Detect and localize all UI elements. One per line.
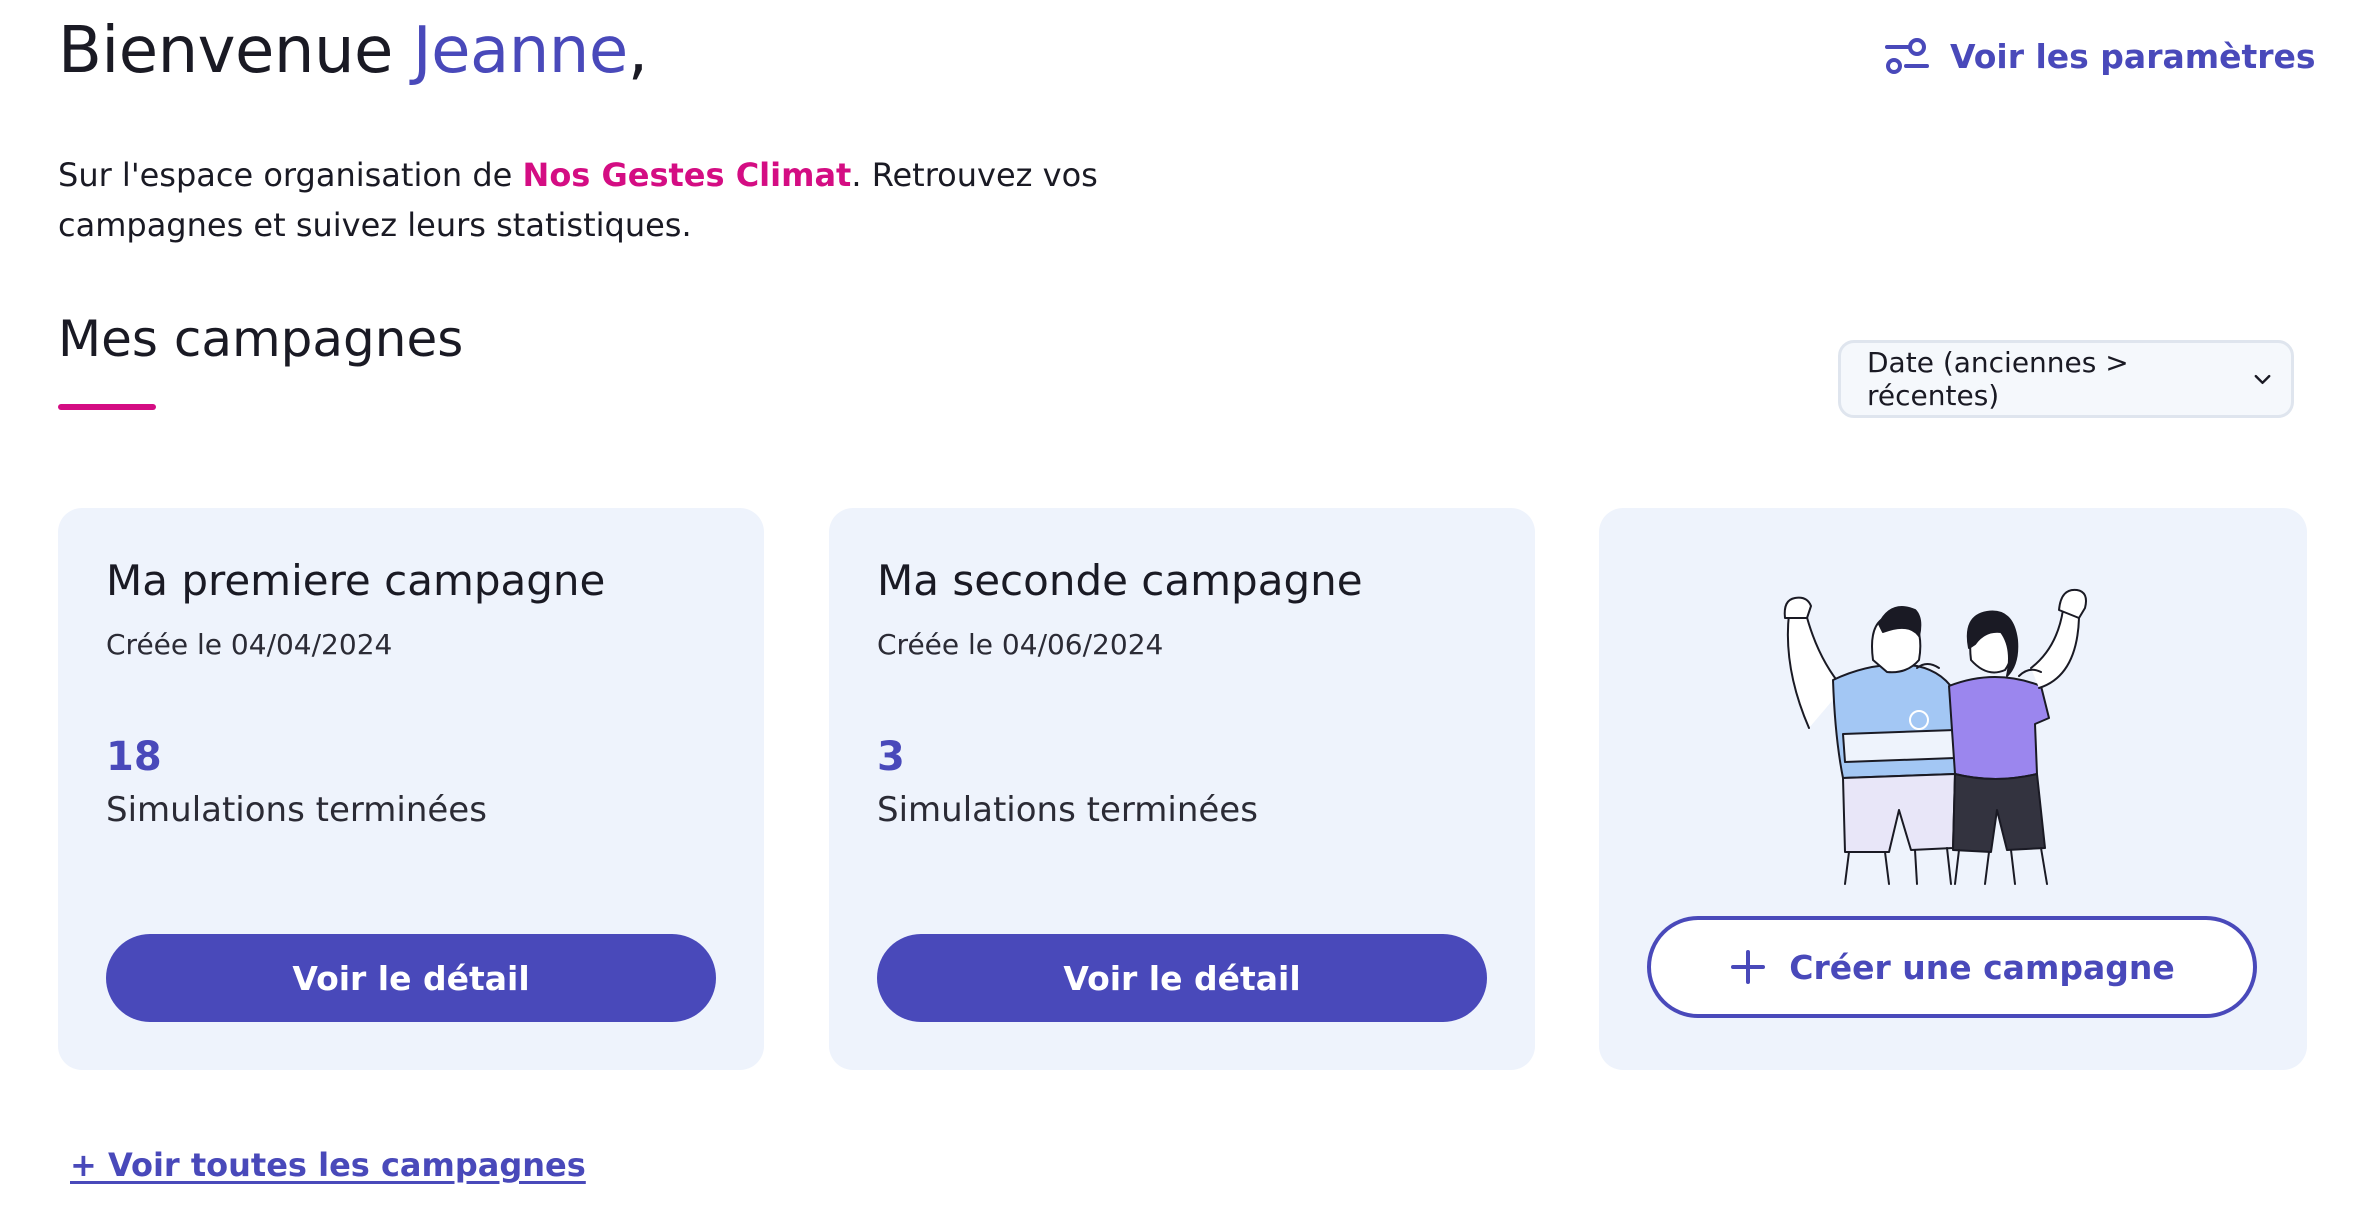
view-detail-button[interactable]: Voir le détail [106, 934, 716, 1022]
view-all-campaigns-link[interactable]: + Voir toutes les campagnes [70, 1146, 586, 1184]
section-underline [58, 404, 156, 410]
plus-icon [1731, 950, 1766, 984]
two-people-flexing-illustration [1783, 588, 2087, 885]
welcome-title: Bienvenue Jeanne, [58, 14, 648, 88]
sort-select-value: Date (anciennes > récentes) [1867, 346, 2129, 412]
campaign-date: Créée le 04/06/2024 [877, 628, 1164, 661]
intro-text: Sur l'espace organisation de Nos Gestes … [58, 150, 1118, 250]
brand-name: Nos Gestes Climat [522, 156, 852, 194]
campaign-title: Ma premiere campagne [106, 556, 606, 605]
view-detail-button[interactable]: Voir le détail [877, 934, 1487, 1022]
create-campaign-label: Créer une campagne [1789, 947, 2175, 987]
settings-link[interactable]: Voir les paramètres [1884, 36, 2316, 76]
simulation-count-label: Simulations terminées [106, 790, 487, 830]
campaign-title: Ma seconde campagne [877, 556, 1363, 605]
greeting-text: Bienvenue [58, 14, 393, 88]
simulation-count-label: Simulations terminées [877, 790, 1258, 830]
settings-link-label: Voir les paramètres [1950, 36, 2316, 76]
chevron-down-icon [2254, 374, 2271, 385]
create-campaign-button[interactable]: Créer une campagne [1647, 916, 2257, 1018]
simulation-count: 3 [877, 734, 905, 780]
campaign-card: Ma seconde campagne Créée le 04/06/2024 … [829, 508, 1535, 1070]
simulation-count: 18 [106, 734, 162, 780]
sliders-icon [1885, 38, 1929, 74]
user-name: Jeanne [412, 14, 628, 88]
campaign-date: Créée le 04/04/2024 [106, 628, 393, 661]
section-title: Mes campagnes [58, 310, 464, 368]
sort-select[interactable]: Date (anciennes > récentes) [1838, 340, 2294, 418]
create-campaign-card: Créer une campagne [1599, 508, 2307, 1070]
greeting-suffix: , [627, 14, 648, 88]
intro-before: Sur l'espace organisation de [58, 156, 523, 194]
campaign-card: Ma premiere campagne Créée le 04/04/2024… [58, 508, 764, 1070]
dashboard-page: Bienvenue Jeanne, Voir les paramètres Su… [0, 0, 2360, 1218]
